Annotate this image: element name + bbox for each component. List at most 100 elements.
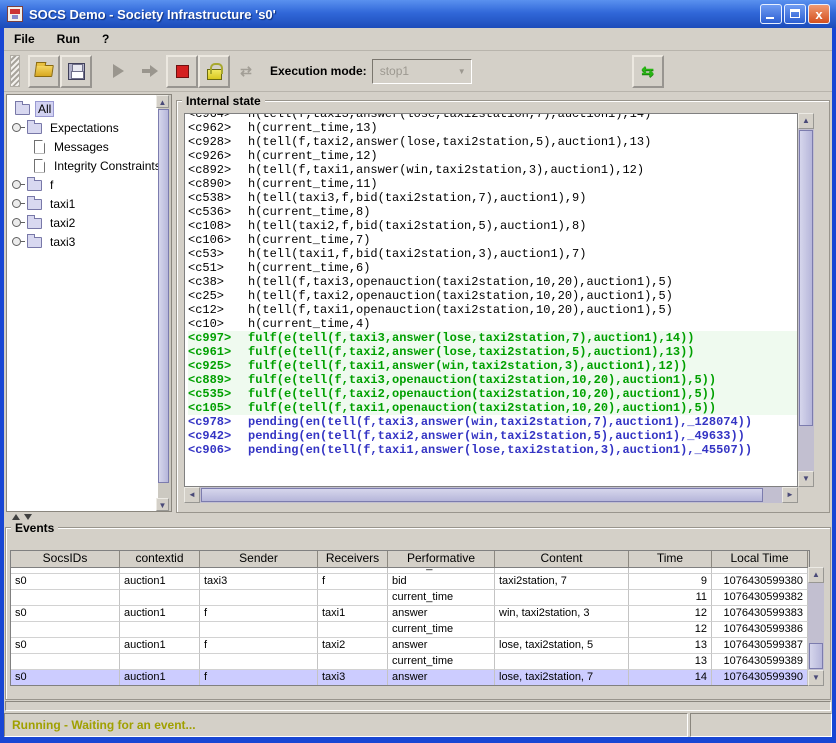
minimize-button[interactable]	[760, 4, 782, 24]
internal-state-vertical-scrollbar[interactable]: ▲ ▼	[798, 113, 814, 487]
table-cell	[200, 590, 318, 606]
document-icon	[34, 140, 45, 154]
menu-help[interactable]: ?	[102, 32, 109, 46]
tree-item-integrity-constraints[interactable]: Integrity Constraints	[8, 156, 157, 175]
open-button[interactable]	[28, 55, 60, 88]
log-line: <c892>h(tell(f,taxi1,answer(win,taxi2sta…	[188, 163, 797, 177]
save-button[interactable]	[60, 55, 92, 88]
table-cell: 11	[629, 590, 712, 606]
tree-item-f[interactable]: f	[8, 175, 157, 194]
column-header-local-time[interactable]: Local Time	[712, 551, 808, 567]
lock-button[interactable]	[198, 55, 230, 88]
column-header-socsids[interactable]: SocsIDs	[11, 551, 120, 567]
scrollbar-thumb[interactable]	[799, 130, 813, 426]
column-header-receivers[interactable]: Receivers	[318, 551, 388, 567]
scroll-up-icon[interactable]: ▲	[808, 567, 824, 583]
table-cell: 12	[629, 622, 712, 638]
scroll-left-icon[interactable]: ◄	[184, 487, 200, 503]
play-icon	[113, 64, 124, 78]
stop-button[interactable]	[166, 55, 198, 88]
tree-item-taxi1[interactable]: taxi1	[8, 194, 157, 213]
scroll-right-icon[interactable]: ►	[782, 487, 798, 503]
scrollbar-thumb[interactable]	[201, 488, 763, 502]
table-cell	[11, 654, 120, 670]
step-forward-button[interactable]	[134, 55, 166, 88]
table-cell: current_time	[388, 654, 495, 670]
table-cell: taxi1	[318, 606, 388, 622]
tree-item-label: taxi2	[47, 215, 78, 231]
split-divider[interactable]	[4, 513, 832, 521]
expand-handle-icon[interactable]	[12, 122, 25, 133]
go-green-icon: ⇆	[641, 64, 654, 79]
tree: AllExpectationsMessagesIntegrity Constra…	[8, 99, 157, 251]
scrollbar-thumb[interactable]	[809, 643, 823, 669]
column-header-content[interactable]: Content	[495, 551, 629, 567]
expand-handle-icon[interactable]	[12, 217, 25, 228]
expand-handle-icon[interactable]	[12, 179, 25, 190]
table-cell: s0	[11, 670, 120, 686]
table-row[interactable]: current_time121076430599386	[11, 622, 809, 638]
execution-mode-label: Execution mode:	[270, 64, 367, 78]
scroll-down-icon[interactable]: ▼	[156, 498, 169, 511]
bottom-scrollbar-track[interactable]	[5, 701, 831, 711]
collapse-down-icon[interactable]	[24, 514, 32, 520]
status-bar: Running - Waiting for an event...	[4, 713, 688, 737]
table-cell: f	[200, 670, 318, 686]
execution-mode-value: stop1	[373, 64, 453, 78]
tree-item-messages[interactable]: Messages	[8, 137, 157, 156]
events-table-header: SocsIDscontextidSenderReceiversPerformat…	[11, 551, 809, 568]
table-cell: bid	[388, 574, 495, 590]
tree-vertical-scrollbar[interactable]: ▲ ▼	[158, 95, 171, 511]
menu-file[interactable]: File	[14, 32, 35, 46]
expand-handle-icon[interactable]	[12, 236, 25, 247]
internal-state-text[interactable]: <c964>h(tell(f,taxi3,answer(lose,taxi2st…	[184, 113, 798, 487]
column-header-sender[interactable]: Sender	[200, 551, 318, 567]
log-line: <c25>h(tell(f,taxi2,openauction(taxi2sta…	[188, 289, 797, 303]
folder-icon	[27, 218, 42, 229]
table-cell	[318, 654, 388, 670]
expand-handle-icon[interactable]	[12, 198, 25, 209]
folder-icon	[27, 180, 42, 191]
toolbar-drag-handle[interactable]	[10, 55, 20, 87]
close-button[interactable]: x	[808, 4, 830, 24]
menu-run[interactable]: Run	[57, 32, 80, 46]
go-button[interactable]: ⇆	[632, 55, 664, 88]
internal-state-horizontal-scrollbar[interactable]: ◄ ►	[184, 487, 798, 503]
log-line: <c889>fulf(e(tell(f,taxi3,openauction(ta…	[188, 373, 797, 387]
table-cell: answer	[388, 670, 495, 686]
table-row[interactable]: current_time111076430599382	[11, 590, 809, 606]
sync-button[interactable]: ⇄	[230, 55, 262, 88]
table-row[interactable]: s0auction1ftaxi1answerwin, taxi2station,…	[11, 606, 809, 622]
scroll-down-icon[interactable]: ▼	[798, 471, 814, 487]
scrollbar-thumb[interactable]	[158, 109, 169, 483]
log-line: <c942>pending(en(tell(f,taxi2,answer(win…	[188, 429, 797, 443]
column-header-contextid[interactable]: contextid	[120, 551, 200, 567]
maximize-button[interactable]	[784, 4, 806, 24]
play-button[interactable]	[102, 55, 134, 88]
table-row[interactable]: current_time131076430599389	[11, 654, 809, 670]
document-icon	[34, 159, 45, 173]
table-row[interactable]: s0auction1ftaxi2answerlose, taxi2station…	[11, 638, 809, 654]
execution-mode-select[interactable]: stop1 ▼	[372, 59, 472, 84]
scroll-down-icon[interactable]: ▼	[808, 670, 824, 686]
column-header-time[interactable]: Time	[629, 551, 712, 567]
column-header-performative[interactable]: Performative	[388, 551, 495, 567]
app-window: SOCS Demo - Society Infrastructure 's0' …	[0, 0, 836, 743]
log-line: <c964>h(tell(f,taxi3,answer(lose,taxi2st…	[188, 113, 797, 121]
table-cell: 13	[629, 654, 712, 670]
table-row[interactable]: s0auction1ftaxi3answerlose, taxi2station…	[11, 670, 809, 686]
events-vertical-scrollbar[interactable]: ▲ ▼	[808, 567, 824, 686]
events-table-body: current_time91076430599379s0auction1taxi…	[11, 568, 809, 686]
table-cell: answer	[388, 606, 495, 622]
tree-item-taxi3[interactable]: taxi3	[8, 232, 157, 251]
collapse-up-icon[interactable]	[12, 514, 20, 520]
tree-item-taxi2[interactable]: taxi2	[8, 213, 157, 232]
scroll-up-icon[interactable]: ▲	[156, 95, 169, 108]
table-row[interactable]: s0auction1taxi3fbidtaxi2station, 7910764…	[11, 574, 809, 590]
tree-item-all[interactable]: All	[8, 99, 157, 118]
tree-item-expectations[interactable]: Expectations	[8, 118, 157, 137]
table-cell: auction1	[120, 606, 200, 622]
scroll-up-icon[interactable]: ▲	[798, 113, 814, 129]
table-cell: 14	[629, 670, 712, 686]
table-cell: current_time	[388, 590, 495, 606]
